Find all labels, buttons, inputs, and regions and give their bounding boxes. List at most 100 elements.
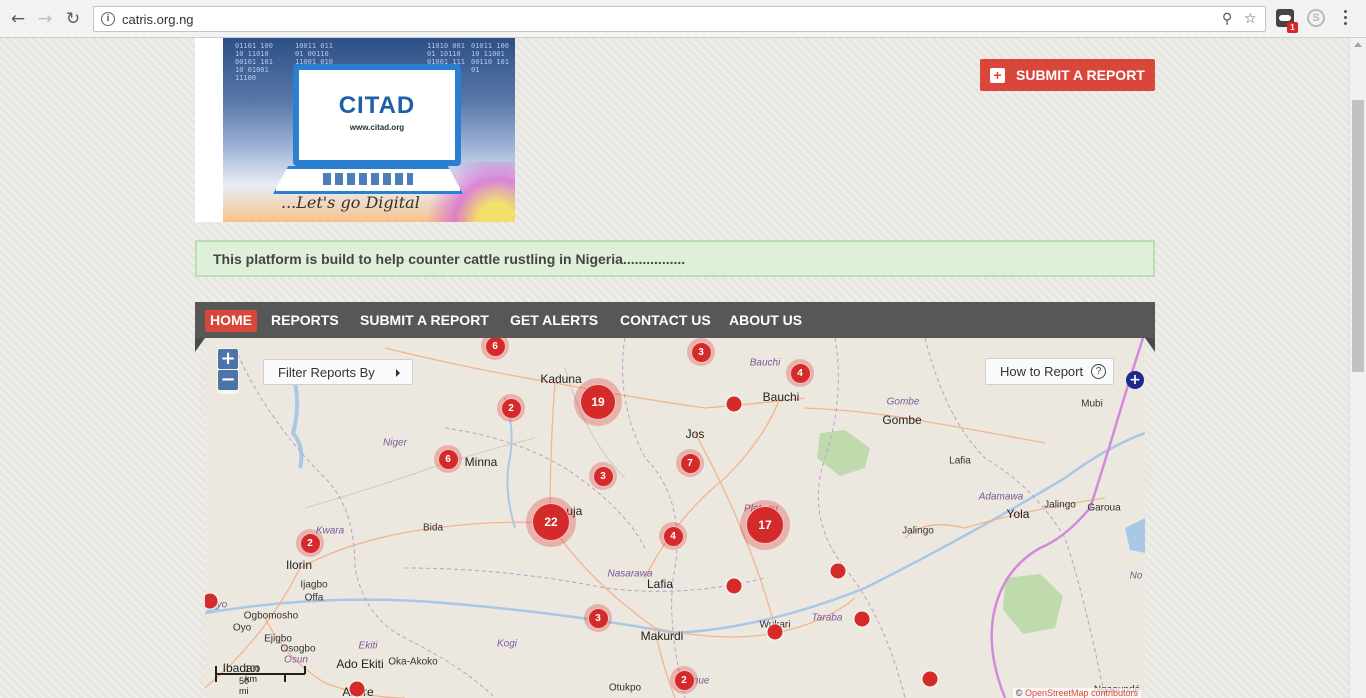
city-label: Otukpo: [608, 682, 642, 694]
zoom-control: + −: [217, 348, 239, 394]
cluster-count: 4: [662, 525, 684, 547]
forward-arrow-icon[interactable]: →: [33, 7, 57, 31]
osm-attribution-link[interactable]: OpenStreetMap contributors: [1025, 688, 1138, 698]
state-border: [622, 338, 686, 698]
report-cluster[interactable]: 6: [434, 445, 462, 473]
reload-icon[interactable]: ↻: [61, 7, 85, 31]
how-to-report-label: How to Report: [1000, 364, 1084, 379]
filter-reports-button[interactable]: Filter Reports By: [263, 359, 413, 385]
city-label: Ilorin: [285, 558, 313, 572]
citad-url: www.citad.org: [349, 123, 405, 132]
filter-reports-label: Filter Reports By: [278, 365, 375, 380]
map-attribution: © OpenStreetMap contributors: [1012, 688, 1141, 698]
cluster-count: 7: [679, 452, 701, 474]
state-label: Ekiti: [358, 640, 378, 652]
cluster-count: 2: [299, 532, 321, 554]
state-label: Gombe: [886, 396, 920, 408]
city-label: Minna: [464, 455, 498, 469]
city-label: Mubi: [1081, 398, 1103, 410]
report-cluster[interactable]: 2: [497, 394, 525, 422]
state-label: Taraba: [811, 612, 843, 624]
submit-report-label: SUBMIT A REPORT: [1016, 67, 1145, 83]
city-label: Ogbomosho: [243, 610, 299, 622]
city-label: Jos: [685, 427, 705, 441]
report-cluster[interactable]: 4: [659, 522, 687, 550]
report-cluster[interactable]: 2: [670, 666, 698, 694]
report-cluster[interactable]: 7: [676, 449, 704, 477]
city-label: Jalingo: [902, 525, 934, 537]
state-label: Nasarawa: [607, 568, 653, 580]
back-arrow-icon[interactable]: ←: [6, 7, 30, 31]
river-shape: [290, 382, 304, 469]
browser-menu-icon[interactable]: [1344, 10, 1347, 28]
report-marker[interactable]: [726, 578, 742, 594]
report-cluster[interactable]: 22: [526, 497, 576, 547]
url-text[interactable]: catris.org.ng: [122, 12, 194, 27]
cluster-count: 6: [437, 448, 459, 470]
city-label: Oyo: [232, 622, 252, 634]
nav-about-us[interactable]: ABOUT US: [724, 310, 807, 332]
city-label: Jalingo: [1044, 499, 1076, 511]
city-label: Ijagbo: [300, 579, 328, 591]
scale-bar-lines: [215, 666, 306, 682]
banner-tagline: ...Let's go Digital: [281, 193, 420, 212]
report-cluster[interactable]: 3: [589, 462, 617, 490]
page-scrollbar[interactable]: [1349, 38, 1366, 698]
key-icon[interactable]: ⚲: [1222, 11, 1232, 27]
question-circle-icon: ?: [1091, 364, 1106, 379]
zoom-in-button[interactable]: +: [218, 349, 238, 369]
cluster-count: 19: [580, 384, 616, 420]
water-shape: [1125, 518, 1145, 553]
report-cluster[interactable]: 3: [584, 604, 612, 632]
submit-report-button[interactable]: + SUBMIT A REPORT: [980, 59, 1155, 91]
city-label: Gombe: [882, 413, 922, 427]
laptop-screen: CITAD www.citad.org: [293, 64, 461, 166]
address-bar[interactable]: i catris.org.ng ⚲ ☆: [93, 6, 1266, 32]
how-to-report-button[interactable]: How to Report ?: [985, 358, 1114, 385]
city-label: Makurdi: [640, 629, 684, 643]
layer-switcher-plus-icon[interactable]: +: [1126, 371, 1144, 389]
state-label: Kogi: [496, 638, 518, 650]
report-cluster[interactable]: 2: [296, 529, 324, 557]
reports-map[interactable]: Kaduna Bauchi Gombe Jos Minna Abuja Ilor…: [205, 338, 1145, 698]
nav-submit-report[interactable]: SUBMIT A REPORT: [355, 310, 494, 332]
report-marker[interactable]: [726, 396, 742, 412]
report-marker[interactable]: [349, 681, 365, 697]
city-label: Ado Ekiti: [336, 657, 384, 671]
city-label: Lafia: [949, 455, 971, 467]
scroll-up-arrow-icon[interactable]: [1354, 42, 1362, 47]
city-label: Yola: [1006, 507, 1030, 521]
state-border: [817, 338, 906, 698]
nav-reports[interactable]: REPORTS: [266, 310, 344, 332]
nav-get-alerts[interactable]: GET ALERTS: [505, 310, 603, 332]
state-border: [404, 567, 766, 592]
site-info-icon[interactable]: i: [101, 12, 115, 26]
nav-fold-left: [195, 338, 205, 352]
state-label: Bauchi: [749, 357, 781, 369]
report-cluster[interactable]: 3: [687, 338, 715, 366]
cluster-count: 4: [789, 362, 811, 384]
city-label: Bauchi: [762, 390, 800, 404]
nav-contact-us[interactable]: CONTACT US: [615, 310, 716, 332]
bookmark-star-icon[interactable]: ☆: [1244, 11, 1257, 27]
state-label: No: [1129, 570, 1143, 582]
skype-extension-icon[interactable]: S: [1307, 9, 1325, 27]
laptop-keys: [323, 173, 413, 185]
report-cluster[interactable]: 4: [786, 359, 814, 387]
notice-text: This platform is build to help counter c…: [213, 251, 686, 267]
extension-badge: 1: [1287, 22, 1298, 33]
report-cluster[interactable]: 17: [740, 500, 790, 550]
report-cluster[interactable]: 19: [574, 378, 622, 426]
nav-fold-right: [1145, 338, 1155, 352]
caret-right-icon: [396, 369, 400, 377]
zoom-out-button[interactable]: −: [218, 370, 238, 390]
cluster-count: 6: [484, 338, 506, 357]
nav-home[interactable]: HOME: [205, 310, 257, 332]
citad-banner[interactable]: 01101 10010 11010 00101 10110 01001 1110…: [195, 38, 515, 222]
citad-logo-text: CITAD: [338, 92, 416, 119]
report-marker[interactable]: [767, 624, 783, 640]
report-marker[interactable]: [854, 611, 870, 627]
report-marker[interactable]: [922, 671, 938, 687]
report-marker[interactable]: [830, 563, 846, 579]
scroll-thumb[interactable]: [1352, 100, 1364, 372]
